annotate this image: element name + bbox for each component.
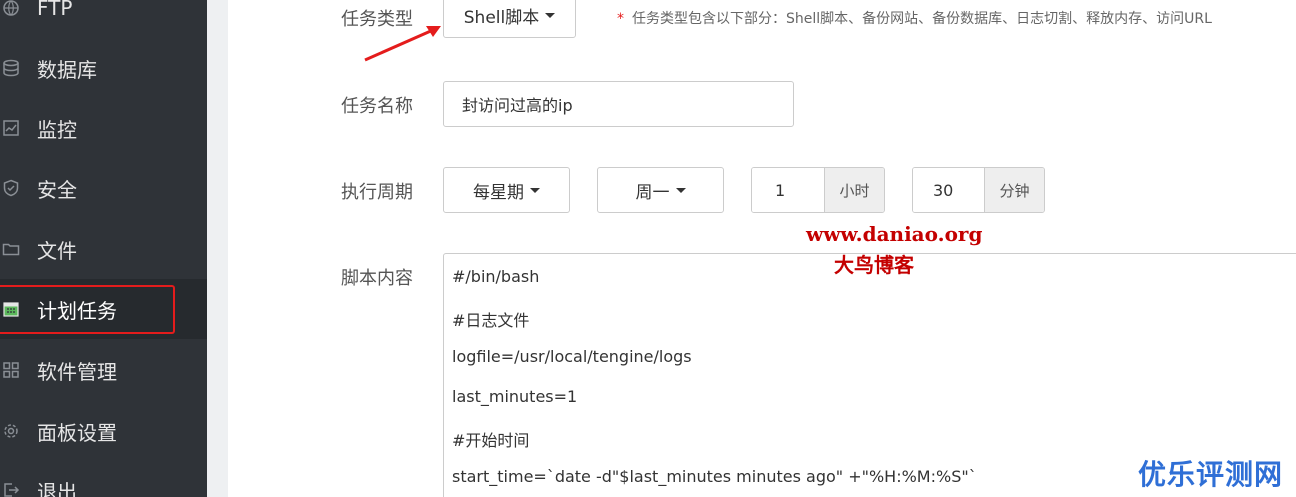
- folder-icon: [2, 240, 20, 258]
- grid-icon: [2, 361, 20, 379]
- minute-unit: 分钟: [985, 168, 1044, 212]
- database-icon: [2, 59, 20, 77]
- active-item-highlight: [0, 285, 175, 334]
- task-type-hint: * 任务类型包含以下部分：Shell脚本、备份网站、备份数据库、日志切割、释放内存…: [617, 8, 1212, 28]
- sidebar-item-monitor[interactable]: 监控: [0, 98, 207, 158]
- sidebar-item-label: 数据库: [37, 57, 97, 82]
- script-line: #日志文件: [452, 311, 530, 330]
- script-line: last_minutes=1: [452, 387, 578, 406]
- chevron-down-icon: [545, 12, 556, 18]
- sidebar-item-software[interactable]: 软件管理: [0, 340, 207, 400]
- script-line: #/bin/bash: [452, 267, 540, 286]
- sidebar-item-logout[interactable]: 退出: [0, 460, 207, 497]
- logout-icon: [2, 481, 20, 497]
- ftp-icon: [2, 0, 20, 17]
- weekday-dropdown[interactable]: 周一: [597, 167, 724, 213]
- sidebar-item-label: 退出: [37, 479, 77, 497]
- sidebar-item-label: 软件管理: [37, 359, 117, 384]
- watermark-corner: 优乐评测网: [1138, 458, 1284, 491]
- hour-unit: 小时: [825, 168, 884, 212]
- task-type-value: Shell脚本: [463, 7, 540, 28]
- required-star: *: [617, 11, 624, 27]
- sidebar-item-label: 面板设置: [37, 420, 117, 445]
- sidebar-item-label: 监控: [37, 117, 77, 142]
- crontab-form: 任务类型 Shell脚本 * 任务类型包含以下部分：Shell脚本、备份网站、备份…: [228, 0, 1296, 497]
- script-label: 脚本内容: [341, 268, 413, 289]
- chevron-down-icon: [675, 187, 686, 193]
- sidebar-item-security[interactable]: 安全: [0, 158, 207, 218]
- sidebar: FTP 数据库 监控 安全 文件 计划任务 软件管理 面板设置 退出: [0, 0, 207, 497]
- task-name-input[interactable]: 封访问过高的ip: [443, 81, 794, 127]
- hour-input-group: 1 小时: [751, 167, 885, 213]
- sidebar-item-files[interactable]: 文件: [0, 219, 207, 279]
- task-name-label: 任务名称: [341, 96, 413, 117]
- minute-input-group: 30 分钟: [912, 167, 1045, 213]
- gear-icon: [2, 422, 20, 440]
- sidebar-item-label: FTP: [37, 0, 73, 20]
- content-gutter: [207, 0, 228, 497]
- monitor-icon: [2, 119, 20, 137]
- cycle-type-dropdown[interactable]: 每星期: [443, 167, 570, 213]
- watermark-site-name: 大鸟博客: [834, 253, 914, 277]
- chevron-down-icon: [530, 187, 540, 193]
- task-name-value: 封访问过高的ip: [462, 96, 573, 115]
- annotation-arrow-icon: [364, 26, 441, 62]
- weekday-value: 周一: [635, 182, 670, 203]
- script-line: logfile=/usr/local/tengine/logs: [452, 347, 692, 366]
- script-line: #开始时间: [452, 431, 530, 450]
- sidebar-item-panel-settings[interactable]: 面板设置: [0, 401, 207, 461]
- sidebar-item-label: 安全: [37, 177, 77, 202]
- cycle-label: 执行周期: [341, 182, 413, 203]
- minute-input[interactable]: 30: [913, 168, 986, 212]
- cycle-type-value: 每星期: [473, 182, 524, 203]
- task-type-hint-text: 任务类型包含以下部分：Shell脚本、备份网站、备份数据库、日志切割、释放内存、…: [632, 11, 1212, 27]
- sidebar-item-label: 文件: [37, 238, 77, 263]
- shield-icon: [2, 179, 20, 197]
- sidebar-item-database[interactable]: 数据库: [0, 38, 207, 98]
- app-root: FTP 数据库 监控 安全 文件 计划任务 软件管理 面板设置 退出 任务类型 …: [0, 0, 1296, 497]
- task-type-dropdown[interactable]: Shell脚本: [443, 0, 576, 38]
- sidebar-item-ftp[interactable]: FTP: [0, 0, 207, 38]
- watermark-url: www.daniao.org: [806, 222, 983, 246]
- hour-input[interactable]: 1: [752, 168, 826, 212]
- script-line: start_time=`date -d"$last_minutes minute…: [452, 467, 977, 486]
